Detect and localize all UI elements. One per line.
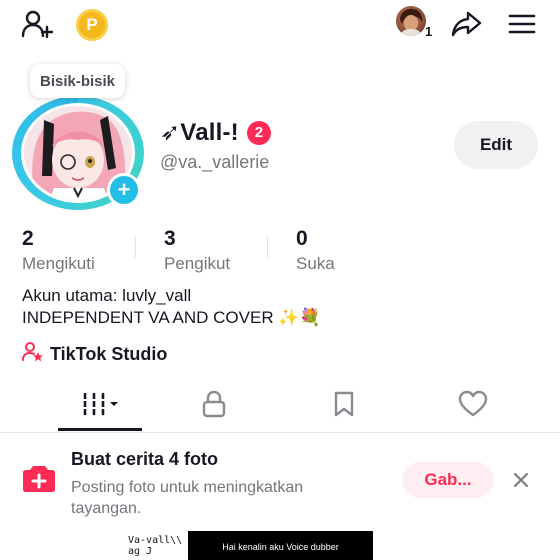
stat-likes[interactable]: 0 Suka [296,228,335,274]
heart-icon [458,390,488,423]
username: @va._vallerie [160,152,270,172]
profile-page: P 1 Bisik-bisik + ➶Vall-! 2 @va._valleri… [0,0,560,560]
share-icon[interactable] [450,8,484,40]
edit-profile-button[interactable]: Edit [454,121,538,169]
thumbnail-text: Hai kenalin aku Voice dubber [222,542,339,552]
notification-badge[interactable]: 2 [246,120,271,145]
studio-icon [22,341,44,368]
stat-followers[interactable]: 3 Pengikut [164,228,230,274]
lock-icon [201,390,227,423]
bio-line: INDEPENDENT VA AND COVER ✨💐 [22,308,321,327]
add-story-button[interactable]: + [107,173,141,207]
banner-description: Posting foto untuk meningkatkan tayangan… [71,479,304,517]
tiktok-studio-link[interactable]: TikTok Studio [22,341,167,368]
bio: Akun utama: luvly_vall INDEPENDENT VA AN… [22,285,321,329]
banner-title: Buat cerita 4 foto [71,449,219,469]
followers-count: 3 [164,227,176,250]
videos-grid-icon [80,391,120,422]
active-tab-indicator [58,428,142,431]
tab-saved[interactable] [302,382,386,430]
story-avatar[interactable] [396,6,426,36]
thumbnail-text: Va-vall\\ ag J [128,535,183,557]
stat-following[interactable]: 2 Mengikuti [22,228,95,274]
likes-count: 0 [296,227,308,250]
studio-label: TikTok Studio [50,344,168,364]
likes-label: Suka [296,254,335,273]
close-icon[interactable] [510,469,532,491]
add-friend-icon[interactable] [20,8,54,40]
stat-divider [135,236,136,258]
name-row: ➶Vall-! 2 [160,118,271,147]
tab-private[interactable] [172,382,256,430]
video-thumbnail[interactable]: Hai kenalin aku Voice dubber [188,531,373,560]
note-bubble[interactable]: Bisik-bisik [30,64,126,98]
following-count: 2 [22,227,34,250]
top-bar: P 1 [0,0,560,48]
following-label: Mengikuti [22,254,95,273]
bookmark-icon [332,390,356,423]
bio-line: Akun utama: luvly_vall [22,286,192,305]
camera-add-icon [22,462,56,494]
stat-divider [267,236,268,258]
tab-liked[interactable] [431,382,515,430]
story-count: 1 [425,24,433,39]
followers-label: Pengikut [164,254,231,273]
coins-icon[interactable]: P [76,9,108,41]
video-thumbnail[interactable]: Va-vall\\ ag J [126,531,188,560]
join-button[interactable]: Gab... [402,462,494,498]
content-tabs [0,382,560,433]
menu-icon[interactable] [506,8,538,40]
display-name: ➶Vall-! [160,119,239,146]
tab-videos[interactable] [58,382,142,430]
